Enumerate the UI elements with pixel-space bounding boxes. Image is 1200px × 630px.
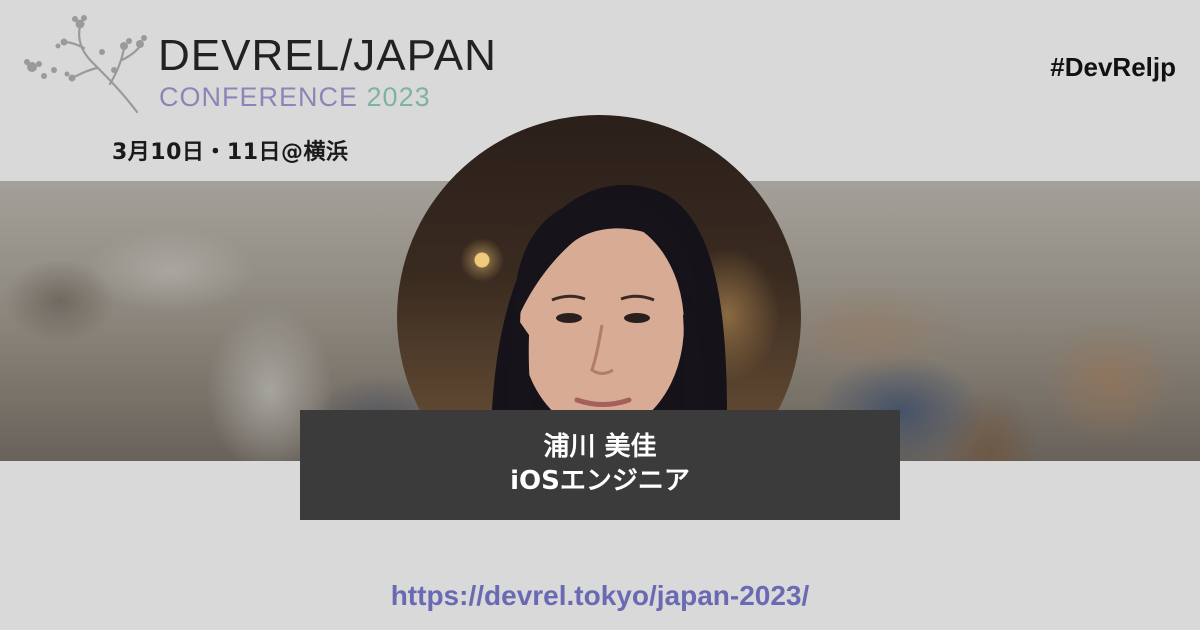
conference-subtitle-word: CONFERENCE: [159, 82, 359, 112]
speaker-name: 浦川 美佳: [543, 432, 657, 462]
event-card: DEVREL/JAPAN CONFERENCE 2023 3月10日・11日@横…: [0, 0, 1200, 630]
conference-subtitle: CONFERENCE 2023: [159, 84, 431, 111]
conference-logo: DEVREL/JAPAN CONFERENCE 2023: [22, 12, 502, 122]
speaker-role: iOSエンジニア: [510, 466, 690, 496]
event-url-link[interactable]: https://devrel.tokyo/japan-2023/: [0, 580, 1200, 612]
event-date-location: 3月10日・11日@横浜: [112, 140, 349, 165]
conference-title: DEVREL/JAPAN: [158, 31, 497, 80]
event-hashtag: #DevReljp: [1050, 52, 1176, 82]
cherry-blossom-icon: [24, 15, 147, 114]
conference-year: 2023: [366, 82, 431, 112]
speaker-info-box: 浦川 美佳 iOSエンジニア: [300, 410, 900, 520]
